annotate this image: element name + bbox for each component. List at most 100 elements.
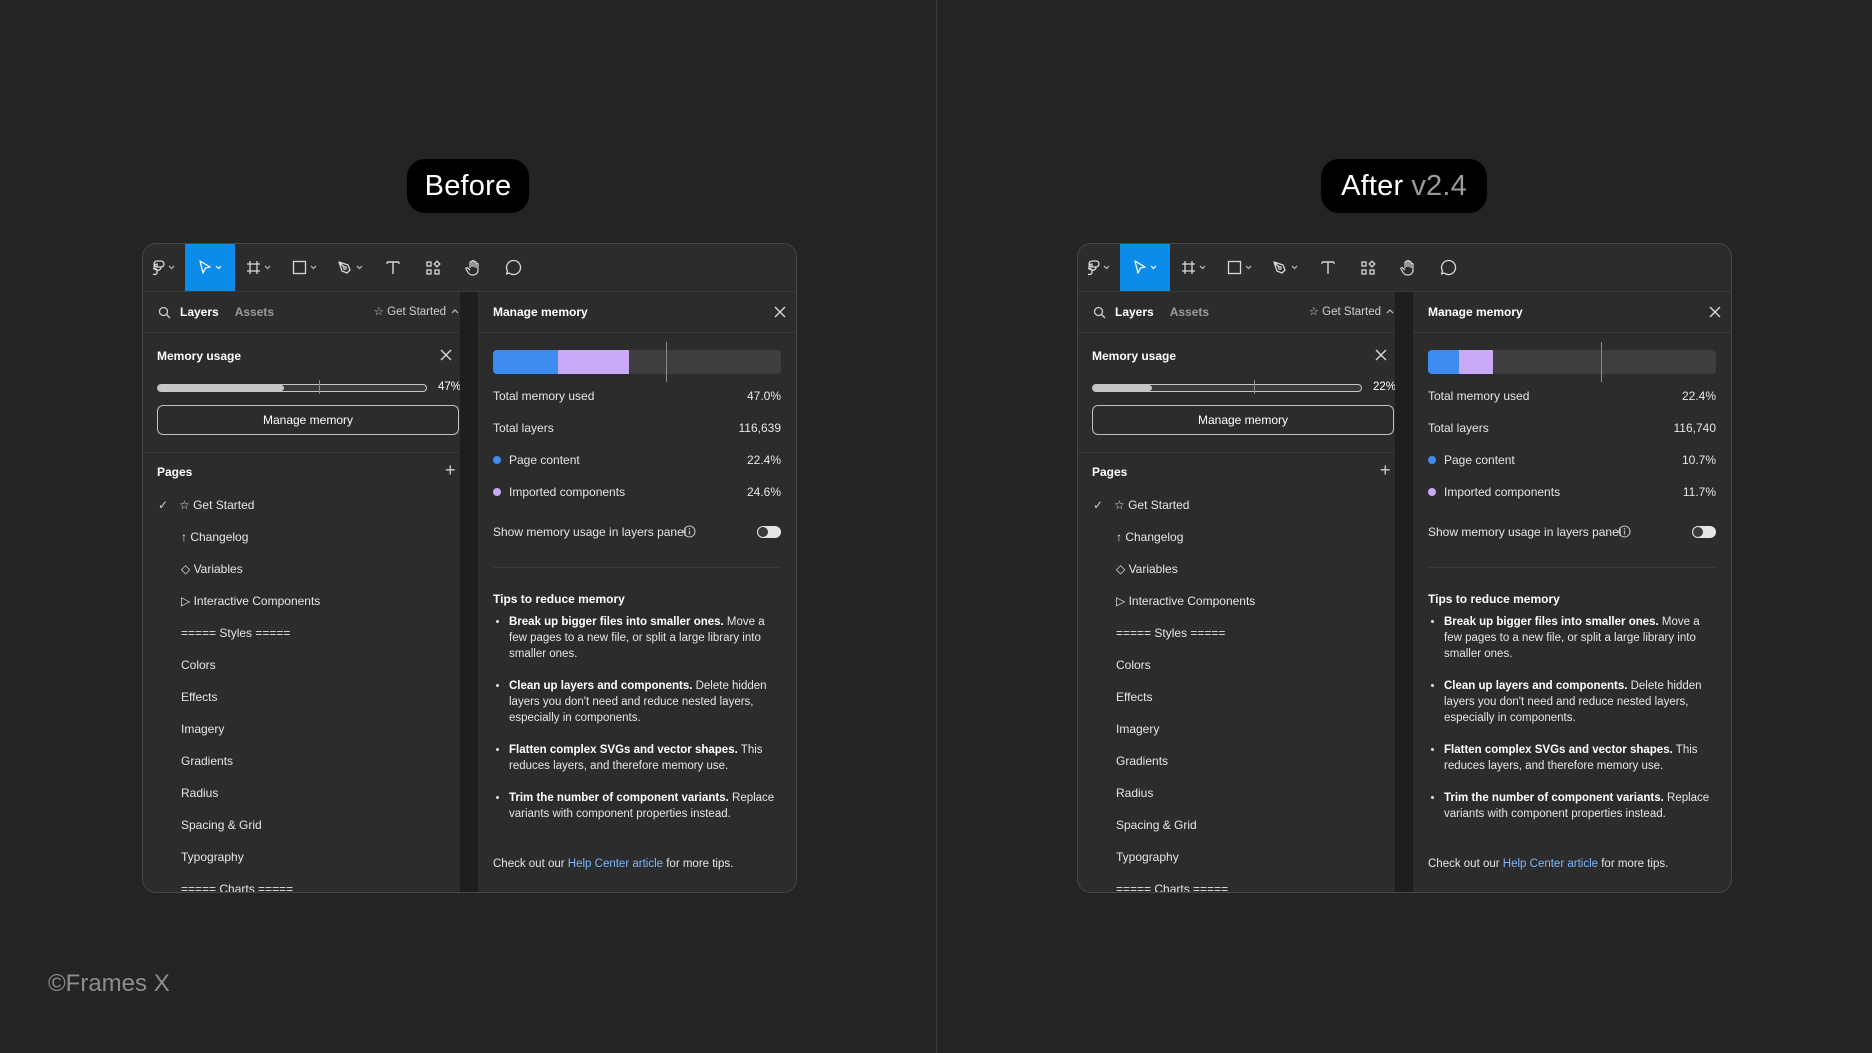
memory-limit-tick [666,342,667,382]
page-content-segment [493,350,558,374]
page-item[interactable]: ◇ Variables [1116,562,1178,576]
info-icon[interactable] [683,525,696,538]
manage-memory-button[interactable]: Manage memory [157,405,459,435]
info-icon[interactable] [1618,525,1631,538]
page-content-value: 22.4% [746,453,781,467]
layers-panel: Layers Assets ☆ Get Started Memory usage… [1078,292,1396,892]
help-center-link[interactable]: Help Center article [568,858,663,870]
tab-layers[interactable]: Layers [180,305,219,319]
imported-components-label: Imported components [1444,485,1561,499]
show-usage-toggle[interactable] [1692,526,1716,538]
text-tool-button[interactable] [373,244,413,291]
check-icon: ✓ [158,498,169,512]
memory-limit-tick [319,380,320,394]
total-memory-value: 22.4% [1681,389,1716,403]
pages-title: Pages [157,465,193,479]
tab-assets[interactable]: Assets [235,305,274,319]
page-item[interactable]: ===== Charts ===== [181,882,293,892]
page-selector[interactable]: ☆ Get Started [374,304,459,318]
page-item[interactable]: ▷ Interactive Components [1116,594,1255,608]
move-tool-button[interactable] [1120,244,1170,291]
page-item[interactable]: Colors [181,658,216,672]
chevron-down-icon [215,265,222,270]
main-menu-button[interactable] [1078,244,1120,291]
page-item[interactable]: Typography [181,850,244,864]
tip-heading: Flatten complex SVGs and vector shapes. [509,744,738,756]
close-icon[interactable] [439,348,453,362]
page-selector[interactable]: ☆ Get Started [1309,304,1394,318]
help-center-link[interactable]: Help Center article [1503,858,1598,870]
chevron-down-icon [1291,265,1298,270]
page-item[interactable]: ↑ Changelog [1116,530,1183,544]
page-content-label: Page content [509,453,580,467]
chevron-down-icon [264,265,270,270]
page-item[interactable]: Imagery [181,722,224,736]
pen-tool-button[interactable] [1262,244,1308,291]
page-item[interactable]: Effects [181,690,217,704]
panel-tabs: Layers Assets ☆ Get Started [143,292,459,332]
copyright: ©Frames X [48,970,170,997]
tab-assets[interactable]: Assets [1170,305,1209,319]
comment-tool-button[interactable] [493,244,533,291]
frame-tool-button[interactable] [1170,244,1216,291]
page-item[interactable]: Colors [1116,658,1151,672]
shape-tool-button[interactable] [1216,244,1262,291]
pen-icon [1273,260,1286,274]
manage-memory-button[interactable]: Manage memory [1092,405,1394,435]
figma-logo-icon [153,259,165,275]
page-item[interactable]: Effects [1116,690,1152,704]
page-item[interactable]: ☆ Get Started [1114,498,1189,512]
before-label: Before [407,159,529,213]
chevron-down-icon [310,265,316,270]
page-item[interactable]: Spacing & Grid [181,818,262,832]
hand-tool-button[interactable] [1388,244,1428,291]
page-item[interactable]: ☆ Get Started [179,498,254,512]
resources-tool-button[interactable] [1348,244,1388,291]
move-tool-button[interactable] [185,244,235,291]
page-item[interactable]: ===== Charts ===== [1116,882,1228,892]
page-item[interactable]: Radius [1116,786,1153,800]
page-item[interactable]: Typography [1116,850,1179,864]
page-item[interactable]: ▷ Interactive Components [181,594,320,608]
close-icon[interactable] [1374,348,1388,362]
show-usage-toggle[interactable] [757,526,781,538]
add-page-icon[interactable]: + [1380,460,1391,481]
page-item[interactable]: Gradients [181,754,233,768]
add-page-icon[interactable]: + [445,460,456,481]
page-item[interactable]: ◇ Variables [181,562,243,576]
figma-logo-icon [1088,259,1100,275]
page-item[interactable]: Radius [181,786,218,800]
frame-tool-button[interactable] [235,244,281,291]
tip-item: Break up bigger files into smaller ones.… [509,614,781,662]
close-icon[interactable] [773,305,787,319]
divider [1078,332,1394,333]
memory-usage-bar [1092,384,1362,392]
page-item[interactable]: ===== Styles ===== [1116,626,1225,640]
shape-tool-button[interactable] [281,244,327,291]
page-item[interactable]: Spacing & Grid [1116,818,1197,832]
chevron-down-icon [356,265,363,270]
pen-tool-button[interactable] [327,244,373,291]
page-item[interactable]: Gradients [1116,754,1168,768]
page-content-segment [1428,350,1459,374]
page-item[interactable]: ↑ Changelog [181,530,248,544]
figma-window-after: Layers Assets ☆ Get Started Memory usage… [1077,243,1732,893]
main-menu-button[interactable] [143,244,185,291]
hand-tool-button[interactable] [453,244,493,291]
comment-tool-button[interactable] [1428,244,1468,291]
page-item[interactable]: Imagery [1116,722,1159,736]
search-icon[interactable] [158,306,171,319]
memory-usage-fill [158,385,284,391]
text-tool-button[interactable] [1308,244,1348,291]
after-label: After v2.4 [1321,159,1487,213]
tab-layers[interactable]: Layers [1115,305,1154,319]
tip-item: Flatten complex SVGs and vector shapes. … [1444,742,1716,774]
tip-item: Clean up layers and components. Delete h… [1444,678,1716,726]
page-item[interactable]: ===== Styles ===== [181,626,290,640]
tips-list: Break up bigger files into smaller ones.… [1428,614,1716,838]
resources-tool-button[interactable] [413,244,453,291]
search-icon[interactable] [1093,306,1106,319]
canvas-strip [1395,292,1413,892]
close-icon[interactable] [1708,305,1722,319]
show-usage-label: Show memory usage in layers panel [1428,525,1622,539]
